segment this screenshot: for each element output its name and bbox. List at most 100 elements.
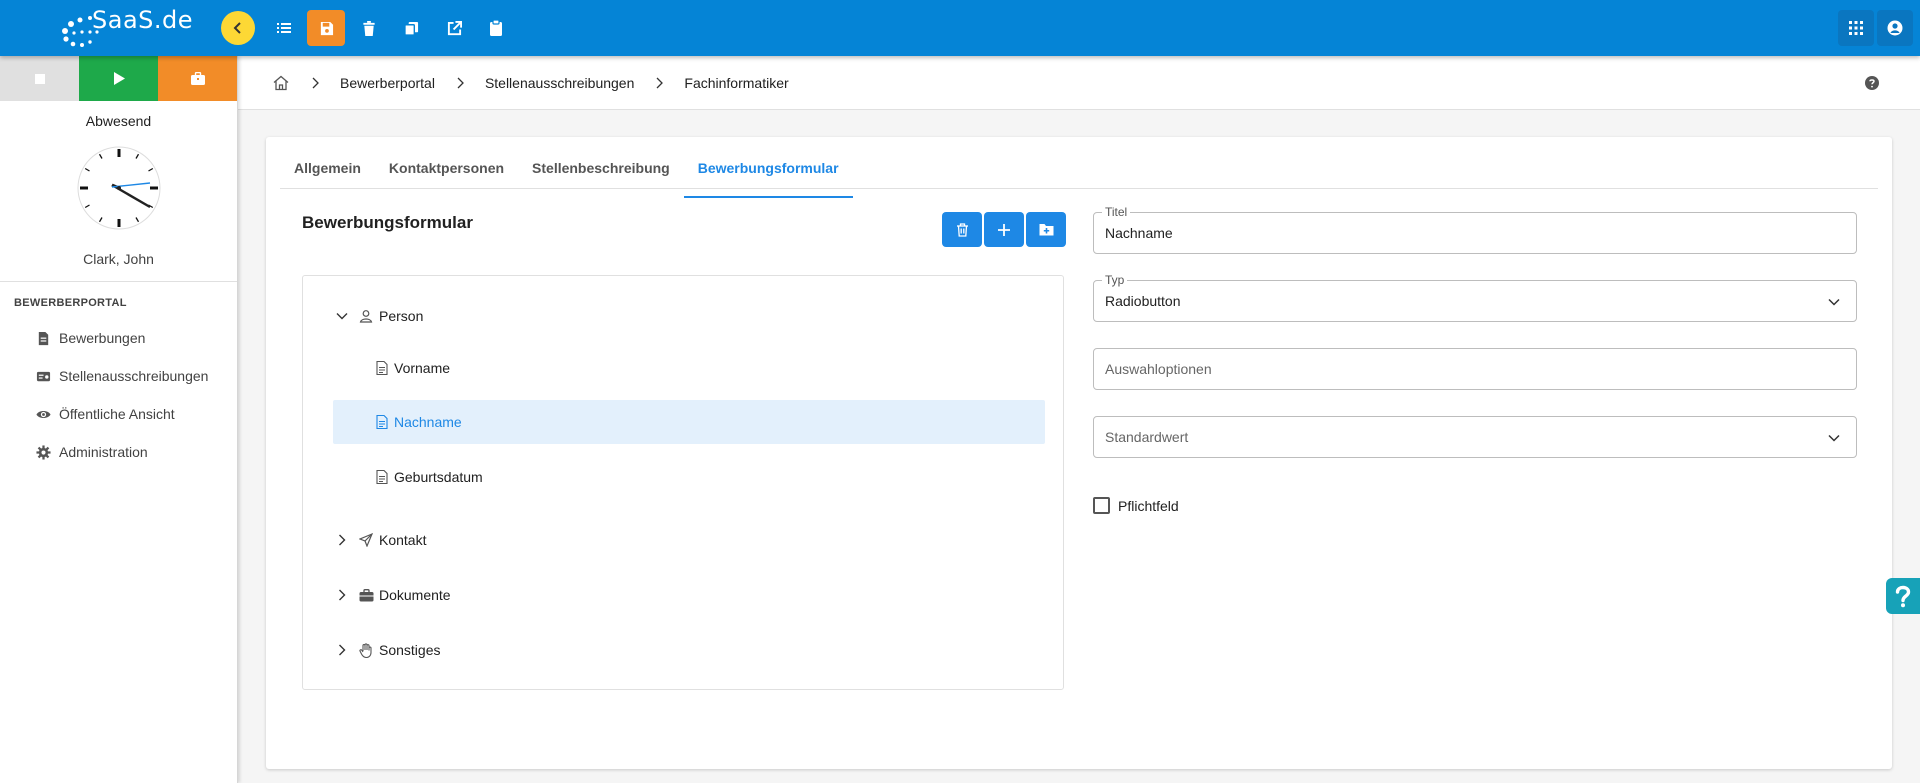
chevron-right-icon [656,77,664,88]
list-icon [277,23,291,33]
required-checkbox[interactable] [1093,497,1110,514]
chevron-down-icon [1828,298,1840,306]
tab-allgemein[interactable]: Allgemein [280,156,375,188]
user-menu-button[interactable] [1877,10,1913,46]
external-link-icon [447,20,462,35]
help-icon[interactable] [1864,75,1880,91]
type-select-value: Radiobutton [1105,293,1181,309]
breadcrumb-item-bewerberportal[interactable]: Bewerberportal [340,75,435,91]
gear-icon [36,444,51,460]
title-field-value: Nachname [1105,225,1173,241]
form-structure-tree: Person Vorname Nachname Geburtsdatum Kon… [302,275,1064,690]
presence-status: Abwesend [85,113,152,129]
person-icon [359,310,373,323]
apps-grid-icon [1849,21,1863,35]
eye-icon [36,410,51,418]
list-button[interactable] [265,10,303,46]
file-icon [376,470,388,484]
tree-node-label: Kontakt [379,532,427,548]
tree-node-geburtsdatum[interactable]: Geburtsdatum [333,455,1045,499]
home-icon[interactable] [272,74,290,92]
chevron-right-icon[interactable] [335,643,349,657]
required-checkbox-label: Pflichtfeld [1118,497,1179,514]
sidebar-item-bewerbungen[interactable]: Bewerbungen [0,319,237,357]
play-button[interactable] [79,56,158,101]
options-field[interactable]: Auswahloptionen [1093,348,1857,390]
sidebar-item-oeffentliche-ansicht[interactable]: Öffentliche Ansicht [0,395,237,433]
question-mark-icon [1895,585,1911,608]
default-value-placeholder: Standardwert [1105,429,1189,445]
sidebar: Abwesend Clark, John BEWERBERPORTAL Bewe… [0,56,238,783]
file-icon [376,415,388,429]
business-trip-button[interactable] [158,56,237,101]
tree-node-dokumente[interactable]: Dokumente [333,573,1045,617]
tree-node-vorname[interactable]: Vorname [333,346,1045,390]
save-button[interactable] [307,10,345,46]
copy-button[interactable] [392,10,430,46]
play-icon [113,72,125,85]
clipboard-icon [490,20,502,36]
tab-bar: Allgemein Kontaktpersonen Stellenbeschre… [280,151,1878,198]
tree-node-person[interactable]: Person [333,294,1045,338]
breadcrumb: Bewerberportal Stellenausschreibungen Fa… [238,56,1920,110]
add-group-button[interactable] [1026,212,1066,247]
plus-icon [998,223,1010,236]
document-icon [38,331,49,345]
title-field[interactable]: Titel Nachname [1093,205,1857,254]
tab-bewerbungsformular[interactable]: Bewerbungsformular [683,156,853,198]
trash-outline-icon [956,222,968,237]
time-tracking-controls [0,56,237,101]
logo-text: SaaS.de [92,6,194,34]
sidebar-item-stellenausschreibungen[interactable]: Stellenausschreibungen [0,357,237,395]
folder-plus-icon [1039,224,1053,236]
required-checkbox-row[interactable]: Pflichtfeld [1093,497,1179,514]
tree-node-label: Geburtsdatum [394,469,483,485]
options-field-placeholder: Auswahloptionen [1105,361,1212,377]
main-card: Allgemein Kontaktpersonen Stellenbeschre… [266,137,1892,769]
chevron-down-icon [1828,434,1840,442]
chevron-down-icon[interactable] [335,309,349,323]
top-navigation-bar: SaaS.de [0,0,1920,56]
tree-node-kontakt[interactable]: Kontakt [333,518,1045,562]
tree-node-label: Person [379,308,424,324]
save-icon [320,21,333,35]
sidebar-item-administration[interactable]: Administration [0,433,237,471]
apps-button[interactable] [1838,10,1874,46]
stop-button[interactable] [0,56,79,101]
add-field-button[interactable] [984,212,1024,247]
breadcrumb-item-stellenausschreibungen[interactable]: Stellenausschreibungen [485,75,634,91]
stop-icon [34,73,45,84]
title-field-label: Titel [1102,205,1131,219]
clipboard-button[interactable] [477,10,515,46]
breadcrumb-item-current: Fachinformatiker [684,74,789,91]
delete-field-button[interactable] [942,212,982,247]
chevron-left-icon [233,22,241,34]
tree-node-sonstiges[interactable]: Sonstiges [333,628,1045,672]
send-icon [359,533,373,547]
briefcase-icon [359,588,374,601]
tab-stellenbeschreibung[interactable]: Stellenbeschreibung [518,156,684,188]
chevron-right-icon[interactable] [335,588,349,602]
sidebar-item-label: Öffentliche Ansicht [59,406,175,422]
analog-clock-icon [77,146,160,230]
floating-help-button[interactable] [1886,578,1920,614]
briefcase-icon [190,72,205,85]
sidebar-item-label: Administration [59,444,148,460]
tree-node-label: Nachname [394,414,462,430]
back-button[interactable] [221,11,255,45]
tree-node-label: Dokumente [379,587,451,603]
hand-icon [359,642,372,658]
trash-icon [363,20,375,36]
tab-kontaktpersonen[interactable]: Kontaktpersonen [375,156,518,188]
section-title: Bewerbungsformular [302,213,473,232]
tree-node-nachname[interactable]: Nachname [333,400,1045,444]
type-select[interactable]: Typ Radiobutton [1093,273,1857,322]
sidebar-item-label: Bewerbungen [59,330,146,346]
default-value-select[interactable]: Standardwert [1093,416,1857,458]
copy-icon [403,21,418,36]
open-external-button[interactable] [435,10,473,46]
delete-button[interactable] [350,10,388,46]
chevron-right-icon[interactable] [335,533,349,547]
saas-logo[interactable]: SaaS.de [60,6,200,47]
tree-node-label: Sonstiges [379,642,441,658]
